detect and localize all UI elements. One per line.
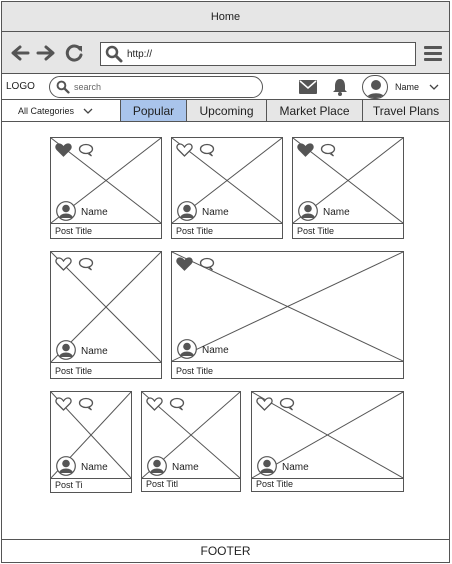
comment-bubble-icon[interactable] [78, 257, 94, 271]
author-avatar-icon[interactable] [147, 456, 167, 476]
author-avatar-icon[interactable] [177, 201, 197, 221]
chevron-down-icon [83, 108, 93, 114]
post-title[interactable]: Post Title [176, 366, 213, 376]
post-image-placeholder[interactable]: Name [252, 392, 403, 479]
heart-icon[interactable] [146, 396, 163, 411]
address-bar[interactable]: http:// [100, 42, 416, 66]
search-icon [56, 80, 70, 94]
tab-upcoming[interactable]: Upcoming [186, 100, 266, 121]
heart-icon[interactable] [55, 142, 72, 157]
mail-icon[interactable] [299, 80, 317, 94]
author-avatar-icon[interactable] [298, 201, 318, 221]
user-name[interactable]: Name [395, 82, 419, 92]
tab-market-place[interactable]: Market Place [266, 100, 362, 121]
post-image-placeholder[interactable]: Name [51, 252, 161, 363]
post-card[interactable]: Name Post Title [50, 251, 162, 379]
heart-icon[interactable] [256, 396, 273, 411]
post-title[interactable]: Post Titl [146, 479, 178, 489]
post-title[interactable]: Post Title [256, 479, 293, 489]
user-avatar-icon [366, 80, 386, 98]
category-tabs: All Categories Popular Upcoming Market P… [2, 100, 449, 122]
author-name[interactable]: Name [323, 207, 350, 218]
back-arrow-icon[interactable] [10, 44, 30, 62]
post-image-placeholder[interactable]: Name [172, 138, 282, 224]
chevron-down-icon[interactable] [429, 83, 439, 91]
app-header: LOGO search Name [2, 74, 449, 100]
footer: FOOTER [2, 539, 449, 562]
hamburger-menu-icon[interactable] [423, 44, 443, 62]
post-title[interactable]: Post Title [297, 226, 334, 236]
comment-bubble-icon[interactable] [78, 143, 94, 157]
heart-icon[interactable] [55, 256, 72, 271]
post-card[interactable]: Name Post Title [292, 137, 404, 239]
author-name[interactable]: Name [81, 346, 108, 357]
comment-bubble-icon[interactable] [169, 397, 185, 411]
tab-travel-plans[interactable]: Travel Plans [362, 100, 449, 121]
url-text: http:// [127, 48, 153, 60]
window-title: Home [2, 2, 449, 32]
author-avatar-icon[interactable] [56, 340, 76, 360]
author-avatar-icon[interactable] [56, 456, 76, 476]
post-title[interactable]: Post Title [55, 226, 92, 236]
post-card[interactable]: Name Post Title [50, 137, 162, 239]
bell-icon[interactable] [332, 78, 348, 96]
post-card[interactable]: Name Post Titl [141, 391, 241, 492]
post-title[interactable]: Post Title [176, 226, 213, 236]
browser-window: Home http:// LOGO search Name All Catego… [1, 1, 450, 563]
search-placeholder: search [74, 82, 102, 92]
author-name[interactable]: Name [282, 462, 309, 473]
forward-arrow-icon[interactable] [36, 44, 56, 62]
post-image-placeholder[interactable]: Name [51, 138, 161, 224]
author-name[interactable]: Name [202, 207, 229, 218]
comment-bubble-icon[interactable] [320, 143, 336, 157]
post-card[interactable]: Name Post Title [251, 391, 404, 492]
author-avatar-icon[interactable] [56, 201, 76, 221]
comment-bubble-icon[interactable] [279, 397, 295, 411]
heart-icon[interactable] [176, 142, 193, 157]
post-title[interactable]: Post Title [55, 366, 92, 376]
author-name[interactable]: Name [81, 462, 108, 473]
post-card[interactable]: Name Post Ti [50, 391, 132, 493]
post-title[interactable]: Post Ti [55, 480, 83, 490]
tab-popular[interactable]: Popular [120, 100, 186, 121]
heart-icon[interactable] [297, 142, 314, 157]
refresh-icon[interactable] [65, 44, 85, 62]
author-name[interactable]: Name [172, 462, 199, 473]
all-categories-label: All Categories [18, 106, 75, 116]
post-image-placeholder[interactable]: Name [172, 252, 403, 362]
author-avatar-icon[interactable] [257, 456, 277, 476]
post-card[interactable]: Name Post Title [171, 251, 404, 379]
author-name[interactable]: Name [81, 207, 108, 218]
post-card[interactable]: Name Post Title [171, 137, 283, 239]
heart-icon[interactable] [55, 396, 72, 411]
comment-bubble-icon[interactable] [199, 143, 215, 157]
comment-bubble-icon[interactable] [199, 257, 215, 271]
logo[interactable]: LOGO [6, 81, 35, 92]
post-image-placeholder[interactable]: Name [293, 138, 403, 224]
search-input[interactable]: search [49, 76, 263, 98]
all-categories-dropdown[interactable]: All Categories [2, 100, 120, 122]
user-avatar[interactable] [362, 75, 388, 99]
browser-toolbar: http:// [2, 32, 449, 74]
author-avatar-icon[interactable] [177, 339, 197, 359]
heart-icon[interactable] [176, 256, 193, 271]
search-icon [105, 45, 123, 63]
comment-bubble-icon[interactable] [78, 397, 94, 411]
author-name[interactable]: Name [202, 345, 229, 356]
post-image-placeholder[interactable]: Name [142, 392, 240, 479]
post-image-placeholder[interactable]: Name [51, 392, 131, 479]
